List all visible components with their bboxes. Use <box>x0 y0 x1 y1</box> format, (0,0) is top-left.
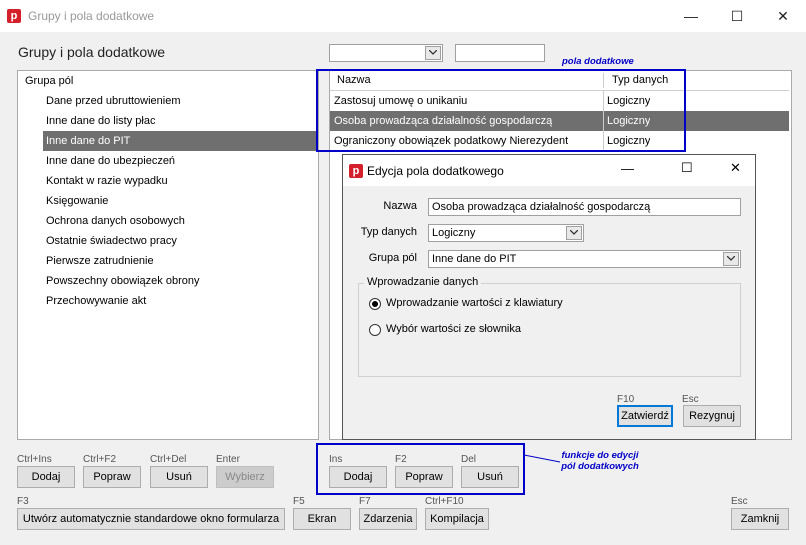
window-title: Grupy i pola dodatkowe <box>28 9 155 23</box>
actions-annotation: funkcje do edycji pól dodatkowych <box>557 450 643 472</box>
dialog-minimize-icon[interactable]: — <box>621 161 634 176</box>
edit-field-dialog: p Edycja pola dodatkowego — ☐ ✕ Nazwa Os… <box>342 154 756 440</box>
group-item[interactable]: Dane przed ubruttowieniem <box>46 91 181 111</box>
shortcut-label: F5 <box>293 496 305 507</box>
group-item[interactable]: Przechowywanie akt <box>46 291 146 311</box>
group-item[interactable]: Inne dane do PIT <box>46 131 130 151</box>
shortcut-label: Enter <box>216 454 240 465</box>
page-title: Grupy i pola dodatkowe <box>18 44 166 60</box>
shortcut-label: Ctrl+F2 <box>83 454 117 465</box>
bottom-button-2[interactable]: Zdarzenia <box>359 508 417 530</box>
left-dodaj-button[interactable]: Dodaj <box>17 466 75 488</box>
radio-dictionary[interactable] <box>369 324 381 336</box>
radio-dictionary-label: Wybór wartości ze słownika <box>386 323 521 335</box>
close-icon: ✕ <box>777 7 789 24</box>
actions-annotation-line1: funkcje do edycji <box>561 450 639 461</box>
dialog-title: Edycja pola dodatkowego <box>367 164 504 178</box>
chevron-down-icon <box>566 226 582 240</box>
field-dodaj-button[interactable]: Dodaj <box>329 466 387 488</box>
search-input[interactable] <box>455 44 545 62</box>
shortcut-label: Ctrl+F10 <box>425 496 464 507</box>
shortcut-label: Ctrl+Ins <box>17 454 52 465</box>
minimize-button[interactable]: — <box>668 0 714 32</box>
group-item[interactable]: Ochrona danych osobowych <box>46 211 185 231</box>
left-wybierz-button: Wybierz <box>216 466 274 488</box>
dialog-app-icon: p <box>349 164 363 178</box>
bottom-button-3[interactable]: Kompilacja <box>425 508 489 530</box>
shortcut-label: F3 <box>17 496 29 507</box>
field-popraw-button[interactable]: Popraw <box>395 466 453 488</box>
ok-button[interactable]: Zatwierdź <box>617 405 673 427</box>
dialog-close-icon[interactable]: ✕ <box>730 160 741 176</box>
group-item[interactable]: Inne dane do ubezpieczeń <box>46 151 175 171</box>
group-item[interactable]: Kontakt w razie wypadku <box>46 171 168 191</box>
shortcut-label: F2 <box>395 454 407 465</box>
radio-keyboard[interactable] <box>369 298 381 310</box>
left-popraw-button[interactable]: Popraw <box>83 466 141 488</box>
shortcut-label: Ins <box>329 454 343 465</box>
dialog-title-bar: p Edycja pola dodatkowego — ☐ ✕ <box>343 155 755 186</box>
fields-highlight-box <box>316 69 686 152</box>
app-icon: p <box>7 9 21 23</box>
shortcut-label: Del <box>461 454 477 465</box>
maximize-button[interactable]: ☐ <box>714 0 760 32</box>
name-field[interactable]: Osoba prowadząca działalność gospodarczą <box>428 198 741 216</box>
group-label: Grupa pól <box>368 252 417 264</box>
groups-header: Grupa pól <box>25 75 74 87</box>
name-label: Nazwa <box>383 200 417 212</box>
group-select-value: Inne dane do PIT <box>432 253 517 265</box>
bottom-button-1[interactable]: Ekran <box>293 508 351 530</box>
group-item[interactable]: Księgowanie <box>46 191 108 211</box>
group-select[interactable]: Inne dane do PIT <box>428 250 741 268</box>
chevron-down-icon <box>425 46 441 60</box>
shortcut-label: Esc <box>731 496 748 507</box>
group-item[interactable]: Pierwsze zatrudnienie <box>46 251 154 271</box>
shortcut-label: F7 <box>359 496 371 507</box>
shortcut-label: Ctrl+Del <box>150 454 187 465</box>
filter-select[interactable] <box>329 44 443 62</box>
maximize-icon: ☐ <box>730 7 744 24</box>
type-label: Typ danych <box>360 226 417 238</box>
dialog-maximize-icon[interactable]: ☐ <box>681 160 693 176</box>
title-bar: p Grupy i pola dodatkowe — ☐ ✕ <box>0 0 806 32</box>
group-item[interactable]: Inne dane do listy płac <box>46 111 155 131</box>
bottom-button-0[interactable]: Utwórz automatycznie standardowe okno fo… <box>17 508 285 530</box>
radio-keyboard-label[interactable]: Wprowadzanie wartości z klawiatury <box>386 297 563 309</box>
group-item[interactable]: Ostatnie świadectwo pracy <box>46 231 177 251</box>
input-method-label: Wprowadzanie danych <box>364 276 482 288</box>
fields-annotation: pola dodatkowe <box>562 56 634 67</box>
cancel-button[interactable]: Rezygnuj <box>683 405 741 427</box>
close-button[interactable]: ✕ <box>760 0 806 32</box>
type-select[interactable]: Logiczny <box>428 224 584 242</box>
field-usuń-button[interactable]: Usuń <box>461 466 519 488</box>
chevron-down-icon <box>723 252 739 266</box>
type-select-value: Logiczny <box>432 227 476 239</box>
bottom-button-4[interactable]: Zamknij <box>731 508 789 530</box>
actions-annotation-line2: pól dodatkowych <box>561 461 639 472</box>
left-usuń-button[interactable]: Usuń <box>150 466 208 488</box>
minimize-icon: — <box>684 8 698 24</box>
cancel-key-label: Esc <box>682 394 699 405</box>
ok-key-label: F10 <box>617 394 635 405</box>
group-item[interactable]: Powszechny obowiązek obrony <box>46 271 199 291</box>
